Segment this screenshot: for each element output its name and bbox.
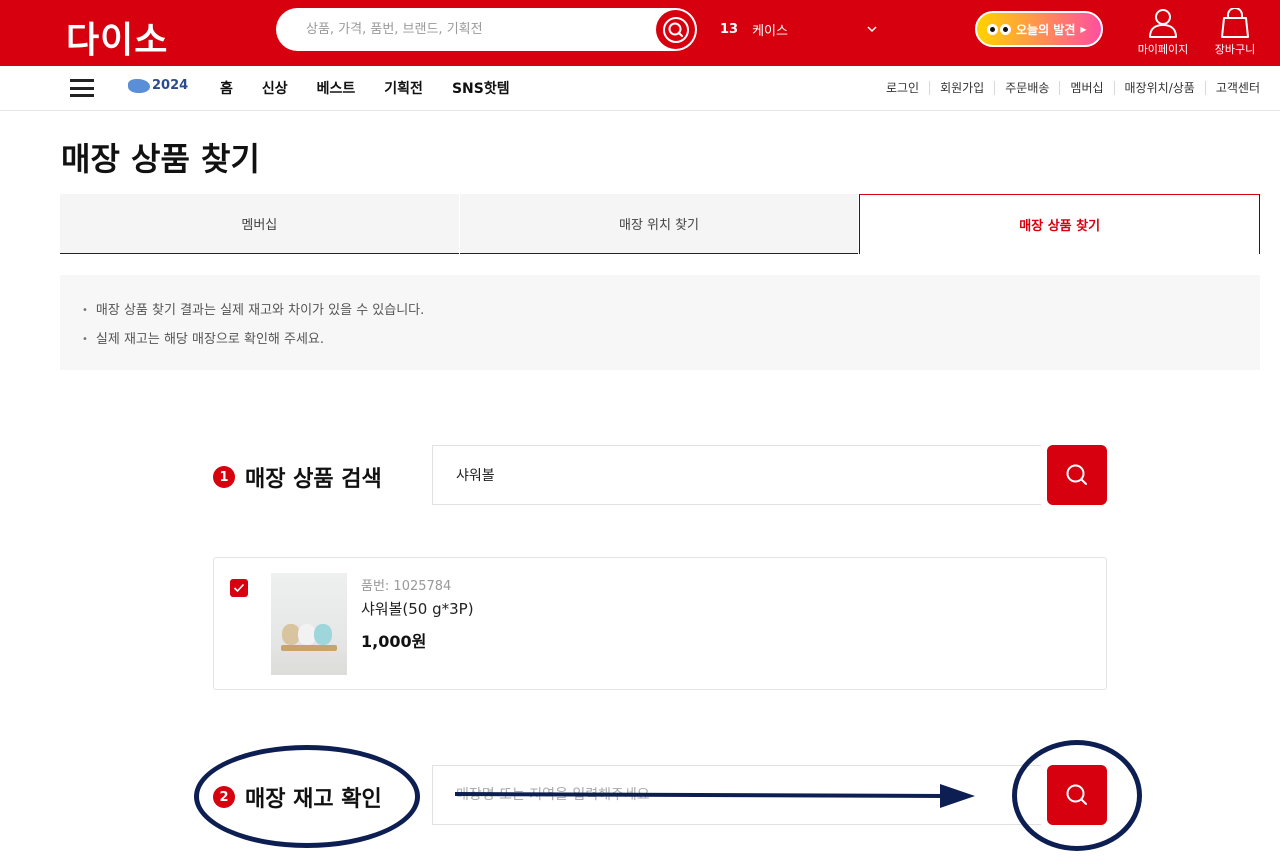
store-search-button[interactable] <box>1047 765 1107 825</box>
util-login[interactable]: 로그인 <box>886 81 929 95</box>
page-tabs: 멤버십 매장 위치 찾기 매장 상품 찾기 <box>60 194 1261 254</box>
global-search <box>276 8 697 51</box>
global-search-input[interactable] <box>306 8 646 51</box>
product-name: 샤워볼(50 g*3P) <box>361 600 474 618</box>
store-search-input[interactable] <box>433 766 1041 824</box>
product-price: 1,000원 <box>361 632 427 651</box>
product-search-button[interactable] <box>1047 445 1107 505</box>
chevron-down-icon[interactable] <box>866 23 878 35</box>
today-discovery-button[interactable]: 오늘의 발견 ▶ <box>975 11 1103 47</box>
search-icon <box>662 16 689 43</box>
check-icon <box>233 583 245 593</box>
eyes-icon <box>987 23 1011 35</box>
util-signup[interactable]: 회원가입 <box>929 81 994 95</box>
my-page-button[interactable]: 마이페이지 <box>1133 8 1193 57</box>
product-search-input[interactable] <box>433 446 1041 504</box>
step-badge: 2 <box>213 786 235 808</box>
trending-keyword-text: 케이스 <box>752 24 788 39</box>
top-header: 다이소 13 케이스 오늘의 발견 ▶ 마이페이지 <box>0 0 1280 66</box>
cart-button[interactable]: 장바구니 <box>1205 8 1265 57</box>
nav-new[interactable]: 신상 <box>262 78 288 98</box>
daiso-logo[interactable]: 다이소 <box>66 11 168 63</box>
play-arrow-icon: ▶ <box>1080 24 1087 34</box>
nav-sns-hot[interactable]: SNS핫템 <box>452 78 510 98</box>
util-membership[interactable]: 멤버십 <box>1059 81 1113 95</box>
nav-promotions[interactable]: 기획전 <box>384 78 423 98</box>
product-thumbnail <box>271 573 347 675</box>
cart-label: 장바구니 <box>1214 43 1256 56</box>
my-page-label: 마이페이지 <box>1137 43 1189 56</box>
util-store-location[interactable]: 매장위치/상품 <box>1113 81 1205 95</box>
search-icon <box>1066 464 1087 485</box>
splash-icon <box>128 78 150 93</box>
tab-store-product-search[interactable]: 매장 상품 찾기 <box>859 194 1261 254</box>
year-badge-text: 2024 <box>152 78 189 93</box>
hamburger-icon[interactable] <box>70 79 94 97</box>
notice-item: 실제 재고는 해당 매장으로 확인해 주세요. <box>82 326 1260 355</box>
stock-check-label: 매장 재고 확인 <box>245 787 382 812</box>
trending-keyword[interactable]: 13 케이스 <box>720 20 877 39</box>
tab-store-location[interactable]: 매장 위치 찾기 <box>459 194 859 254</box>
product-search-label: 매장 상품 검색 <box>245 467 382 492</box>
shopping-bag-icon <box>1221 8 1249 38</box>
nav-home[interactable]: 홈 <box>220 78 233 98</box>
store-search-field <box>432 765 1041 825</box>
utility-nav: 로그인 회원가입 주문배송 멤버십 매장위치/상품 고객센터 <box>886 81 1260 95</box>
stock-check-heading: 2 매장 재고 확인 <box>213 781 382 813</box>
page-title: 매장 상품 찾기 <box>61 140 260 178</box>
tab-membership[interactable]: 멤버십 <box>60 194 459 254</box>
notice-item: 매장 상품 찾기 결과는 실제 재고와 차이가 있을 수 있습니다. <box>82 297 1260 326</box>
user-icon <box>1149 9 1177 38</box>
product-search-field <box>432 445 1041 505</box>
search-icon <box>1066 784 1087 805</box>
product-code: 품번: 1025784 <box>361 579 452 594</box>
notice-box: 매장 상품 찾기 결과는 실제 재고와 차이가 있을 수 있습니다. 실제 재고… <box>60 275 1260 370</box>
trending-rank: 13 <box>720 22 739 37</box>
step-badge: 1 <box>213 466 235 488</box>
util-customer-center[interactable]: 고객센터 <box>1204 81 1260 95</box>
util-orders[interactable]: 주문배송 <box>994 81 1059 95</box>
product-select-checkbox[interactable] <box>230 579 248 597</box>
today-discovery-label: 오늘의 발견 <box>1016 22 1076 37</box>
main-nav: 홈 신상 베스트 기획전 SNS핫템 <box>220 78 510 98</box>
nav-best[interactable]: 베스트 <box>317 78 356 98</box>
year-badge[interactable]: 2024 <box>128 78 188 93</box>
nav-bar: 2024 홈 신상 베스트 기획전 SNS핫템 로그인 회원가입 주문배송 멤버… <box>0 66 1280 111</box>
product-search-heading: 1 매장 상품 검색 <box>213 461 382 493</box>
product-result-card[interactable]: 품번: 1025784 샤워볼(50 g*3P) 1,000원 <box>213 557 1107 690</box>
global-search-button[interactable] <box>656 10 695 49</box>
